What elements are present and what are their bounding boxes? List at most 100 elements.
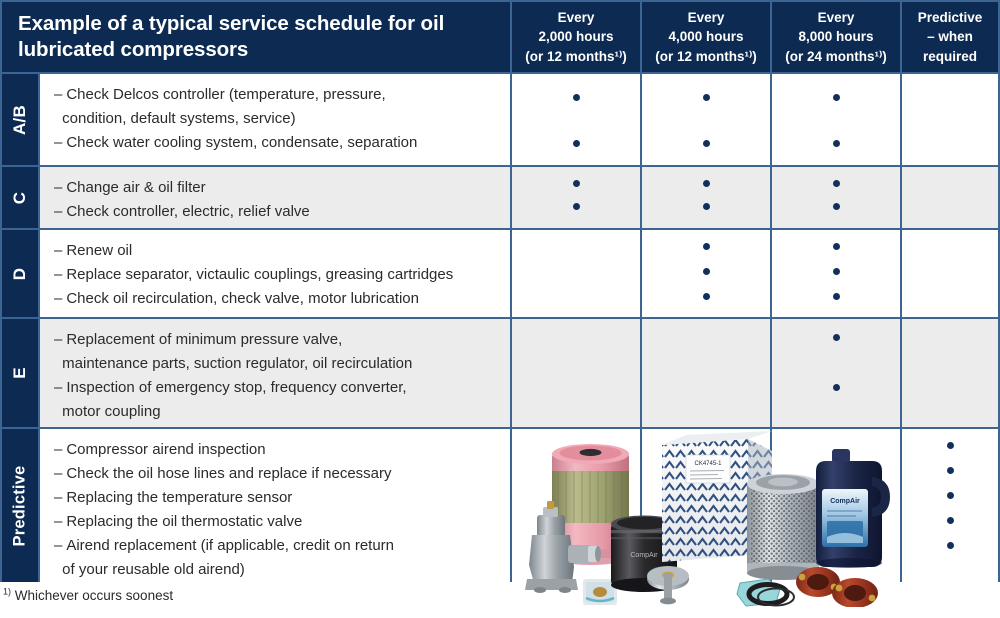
row-label-c: C — [2, 167, 38, 228]
schedule-dot — [572, 180, 580, 187]
task-item: – Check Delcos controller (temperature, p… — [54, 83, 502, 107]
schedule-dot — [946, 517, 954, 524]
mark-cell-c-every-8000 — [770, 167, 900, 228]
schedule-dot — [832, 268, 840, 275]
column-header-line-3: (or 12 months¹⁾) — [655, 48, 757, 64]
schedule-dot — [702, 94, 710, 101]
table-row-c: C – Change air & oil filter – Check controll… — [2, 165, 998, 228]
table-row-e: E – Replacement of minimum pressure valve,… — [2, 317, 998, 427]
schedule-dot — [832, 140, 840, 147]
task-continuation-indent — [54, 400, 62, 424]
schedule-dot — [946, 467, 954, 474]
mark-cell-c-every-2000 — [510, 167, 640, 228]
task-item: – Replace separator, victaulic couplings,… — [54, 263, 502, 287]
schedule-dot — [832, 180, 840, 187]
schedule-dot — [572, 94, 580, 101]
task-item: – Inspection of emergency stop, frequency… — [54, 376, 502, 400]
column-header-predictive: Predictive – when required — [900, 2, 998, 72]
task-bullet-dash: – — [54, 379, 63, 396]
mark-cell-predictive-every-4000 — [640, 429, 770, 582]
schedule-dot — [702, 203, 710, 210]
row-label-text: E — [10, 367, 29, 379]
task-item: – Compressor airend inspection — [54, 438, 502, 462]
mark-cell-d-every-2000 — [510, 230, 640, 317]
task-item: – Airend replacement (if applicable, cred… — [54, 534, 502, 558]
task-text: Replacing the oil thermostatic valve — [66, 513, 303, 530]
mark-cell-e-every-8000 — [770, 319, 900, 427]
task-continuation-indent — [54, 107, 62, 131]
footnote-marker: 1) — [3, 586, 12, 597]
task-continuation-indent — [54, 352, 62, 376]
column-header-line-3: (or 12 months¹⁾) — [525, 48, 627, 64]
row-label-e: E — [2, 319, 38, 427]
task-text: Check controller, electric, relief valve — [66, 203, 310, 220]
mark-cell-c-every-4000 — [640, 167, 770, 228]
task-text: Airend replacement (if applicable, credi… — [66, 537, 395, 554]
task-item-continuation: of your reusable old airend) — [54, 558, 502, 582]
column-header-line-2: 2,000 hours — [538, 29, 614, 45]
task-bullet-dash: – — [54, 179, 63, 196]
task-item: – Check the oil hose lines and replace if… — [54, 462, 502, 486]
table-header: Example of a typical service schedule fo… — [2, 2, 998, 72]
schedule-dot — [702, 180, 710, 187]
column-header-line-1: Predictive — [917, 10, 983, 26]
column-header-line-2: – when — [927, 29, 973, 45]
schedule-dot — [572, 140, 580, 147]
mark-cell-ab-every-4000 — [640, 74, 770, 165]
schedule-dot — [702, 140, 710, 147]
task-bullet-dash: – — [54, 465, 63, 482]
schedule-dot — [832, 384, 840, 391]
column-header-line-2: 8,000 hours — [798, 29, 874, 45]
task-item-continuation: condition, default systems, service) — [54, 107, 502, 131]
service-schedule-infographic: Example of a typical service schedule fo… — [0, 0, 1000, 618]
task-bullet-dash: – — [54, 203, 63, 220]
task-text: Replacing the temperature sensor — [66, 489, 293, 506]
page-title: Example of a typical service schedule fo… — [18, 12, 445, 61]
schedule-dot — [702, 268, 710, 275]
task-item-continuation: maintenance parts, suction regulator, oi… — [54, 352, 502, 376]
mark-cell-e-predictive — [900, 319, 998, 427]
task-continuation-indent — [54, 558, 62, 582]
schedule-dot — [702, 243, 710, 250]
task-list-ab: – Check Delcos controller (temperature, p… — [38, 74, 510, 165]
table-row-ab: A/B – Check Delcos controller (temperature… — [2, 72, 998, 165]
schedule-dot — [572, 203, 580, 210]
task-text: Check Delcos controller (temperature, pr… — [66, 86, 386, 103]
task-bullet-dash: – — [54, 86, 63, 103]
task-text-continuation: condition, default systems, service) — [62, 110, 296, 127]
column-header-line-1: Every — [557, 10, 595, 26]
task-bullet-dash: – — [54, 441, 63, 458]
task-bullet-dash: – — [54, 290, 63, 307]
task-list-e: – Replacement of minimum pressure valve, … — [38, 319, 510, 427]
column-header-every-4000: Every 4,000 hours (or 12 months¹⁾) — [640, 2, 770, 72]
task-item: – Replacement of minimum pressure valve, — [54, 328, 502, 352]
mark-cell-ab-every-2000 — [510, 74, 640, 165]
mark-cell-c-predictive — [900, 167, 998, 228]
task-bullet-dash: – — [54, 489, 63, 506]
mark-cell-predictive-every-2000 — [510, 429, 640, 582]
task-text: Change air & oil filter — [66, 179, 206, 196]
column-header-line-1: Every — [817, 10, 855, 26]
task-bullet-dash: – — [54, 266, 63, 283]
row-label-d: D — [2, 230, 38, 317]
task-bullet-dash: – — [54, 537, 63, 554]
table-row-predictive: Predictive – Compressor airend inspection –… — [2, 427, 998, 582]
task-text-continuation: of your reusable old airend) — [62, 561, 245, 578]
task-text-continuation: motor coupling — [62, 403, 161, 420]
mark-cell-ab-every-8000 — [770, 74, 900, 165]
schedule-dot — [832, 243, 840, 250]
task-text: Check water cooling system, condensate, … — [66, 134, 418, 151]
task-bullet-dash: – — [54, 331, 63, 348]
task-text-continuation: maintenance parts, suction regulator, oi… — [62, 355, 413, 372]
seal-gasket-set-image — [736, 578, 795, 607]
task-item: – Check controller, electric, relief valv… — [54, 200, 502, 224]
row-label-text: D — [10, 267, 29, 280]
schedule-dot — [832, 334, 840, 341]
row-label-text: A/B — [10, 104, 29, 135]
schedule-dot — [946, 542, 954, 549]
mark-cell-predictive-every-8000 — [770, 429, 900, 582]
task-bullet-dash: – — [54, 242, 63, 259]
task-text: Check oil recirculation, check valve, mo… — [66, 290, 419, 307]
task-item: – Change air & oil filter — [54, 176, 502, 200]
footnote: 1) Whichever occurs soonest — [3, 586, 173, 603]
